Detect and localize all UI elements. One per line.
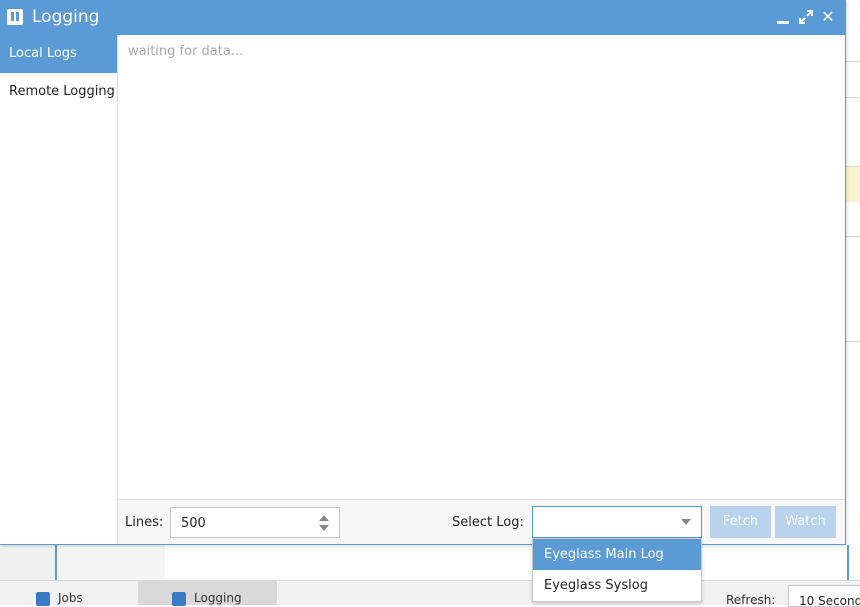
taskbar-tab-jobs[interactable]: Jobs [26,581,138,606]
app-logo-icon [7,9,23,25]
refresh-label: Refresh: [726,593,776,607]
background-row [845,166,860,202]
dialog-title: Logging [32,7,100,27]
background-table-edge [845,35,860,580]
select-log-menu: Eyeglass Main Log Eyeglass Syslog [532,538,702,602]
caret-down-icon [681,519,691,525]
logging-dialog: Logging ✕ Local Logs Remote Logging wait… [0,0,846,545]
log-output[interactable]: waiting for data... [118,35,845,500]
taskbar-tab-logging[interactable]: Logging [138,581,277,606]
dialog-titlebar[interactable]: Logging ✕ [0,0,845,35]
background-row [845,97,860,134]
background-panel [57,545,165,579]
select-log-dropdown[interactable] [532,506,702,538]
lines-value: 500 [181,516,206,531]
background-panel [55,545,849,583]
taskbar-tab-label: Logging [194,591,242,605]
select-log-label: Select Log: [452,515,524,530]
lines-stepper[interactable]: 500 [170,507,340,538]
option-eyeglass-syslog[interactable]: Eyeglass Syslog [533,570,701,601]
watch-button[interactable]: Watch [775,506,836,538]
background-panel [0,545,55,581]
close-icon[interactable]: ✕ [820,9,836,25]
taskbar-tab-label: Jobs [58,591,83,605]
sidebar-item-remote-logging[interactable]: Remote Logging [0,73,117,111]
option-eyeglass-main-log[interactable]: Eyeglass Main Log [533,539,701,570]
chevron-up-icon[interactable] [319,515,329,521]
log-placeholder: waiting for data... [128,44,244,59]
log-sidebar: Local Logs Remote Logging [0,35,118,544]
background-row [845,341,860,376]
maximize-icon[interactable] [798,9,814,25]
log-controls: Lines: 500 Select Log: Fetch Watch [118,500,845,544]
taskbar: Jobs Logging Refresh: 10 Seconds [0,580,860,607]
background-row [845,236,860,273]
fetch-button[interactable]: Fetch [710,506,771,538]
lines-label: Lines: [125,515,164,530]
chevron-down-icon[interactable] [319,525,329,531]
minimize-icon[interactable] [776,9,792,25]
background-row [845,61,860,98]
sidebar-item-local-logs[interactable]: Local Logs [0,35,117,73]
